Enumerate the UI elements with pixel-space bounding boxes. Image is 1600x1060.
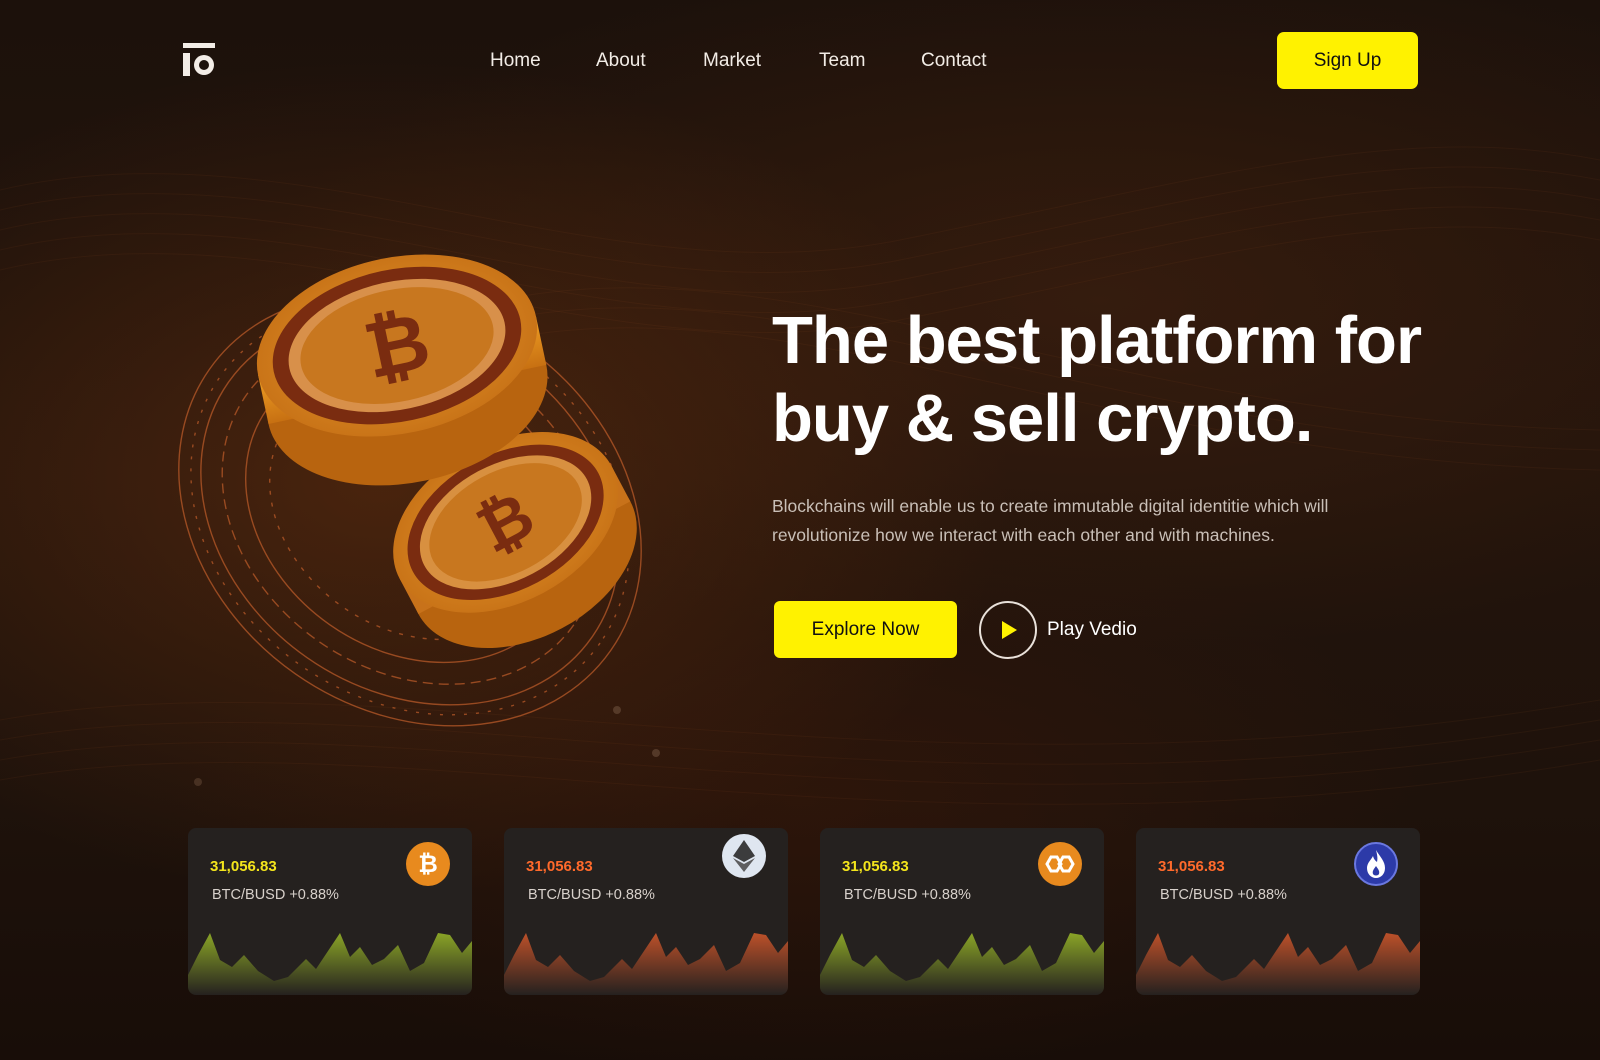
- sparkline-chart: [1136, 933, 1420, 995]
- explore-now-button[interactable]: Explore Now: [774, 601, 957, 658]
- bitcoin-coins-icon: ₿ ₿: [160, 230, 700, 730]
- ticker-card-1[interactable]: 31,056.83 BTC/BUSD +0.88% ₿: [188, 828, 472, 995]
- ticker-card-3[interactable]: 31,056.83 BTC/BUSD +0.88%: [820, 828, 1104, 995]
- ticker-pair: BTC/BUSD +0.88%: [1160, 887, 1287, 903]
- ticker-pair: BTC/BUSD +0.88%: [844, 887, 971, 903]
- ticker-pair: BTC/BUSD +0.88%: [212, 887, 339, 903]
- hero-title: The best platform for buy & sell crypto.: [772, 302, 1472, 458]
- nav-home[interactable]: Home: [490, 50, 541, 72]
- play-video-label: Play Vedio: [1047, 619, 1137, 640]
- ticker-pair: BTC/BUSD +0.88%: [528, 887, 655, 903]
- ticker-price: 31,056.83: [210, 858, 277, 875]
- play-icon[interactable]: [979, 601, 1037, 659]
- nav-about[interactable]: About: [596, 50, 646, 72]
- polygon-icon: [1038, 842, 1082, 886]
- hero-title-line-2: buy & sell crypto.: [772, 381, 1313, 456]
- hero-description-line-1: Blockchains will enable us to create imm…: [772, 496, 1329, 516]
- hero-description-line-2: revolutionize how we interact with each …: [772, 525, 1275, 545]
- signup-button[interactable]: Sign Up: [1277, 32, 1418, 89]
- nav-contact[interactable]: Contact: [921, 50, 986, 72]
- ticker-price: 31,056.83: [842, 858, 909, 875]
- play-video-button[interactable]: Play Vedio: [979, 601, 1137, 659]
- nav-market[interactable]: Market: [703, 50, 761, 72]
- nav-team[interactable]: Team: [819, 50, 865, 72]
- ticker-price: 31,056.83: [526, 858, 593, 875]
- ticker-card-2[interactable]: 31,056.83 BTC/BUSD +0.88%: [504, 828, 788, 995]
- sparkline-chart: [504, 933, 788, 995]
- ethereum-icon: [722, 834, 766, 878]
- hero-description: Blockchains will enable us to create imm…: [772, 492, 1412, 550]
- ticker-price: 31,056.83: [1158, 858, 1225, 875]
- brand-logo-icon[interactable]: [183, 43, 217, 77]
- sparkline-chart: [188, 933, 472, 995]
- bitcoin-icon: ₿: [406, 842, 450, 886]
- site-header: Home About Market Team Contact Sign Up: [0, 0, 1600, 122]
- huobi-token-icon: [1354, 842, 1398, 886]
- sparkline-chart: [820, 933, 1104, 995]
- ticker-card-4[interactable]: 31,056.83 BTC/BUSD +0.88%: [1136, 828, 1420, 995]
- svg-text:₿: ₿: [418, 850, 438, 878]
- hero-title-line-1: The best platform for: [772, 303, 1422, 378]
